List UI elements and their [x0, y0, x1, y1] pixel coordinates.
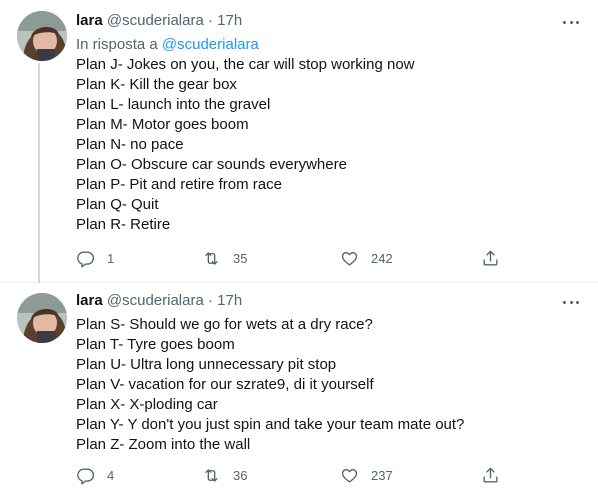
tweet-text-line: Plan T- Tyre goes boom — [76, 336, 235, 353]
more-icon — [563, 300, 566, 304]
author-handle[interactable]: @scuderialara — [107, 292, 204, 309]
retweet-count: 36 — [233, 467, 248, 483]
avatar[interactable] — [17, 293, 67, 343]
tweet-timestamp[interactable]: 17h — [217, 12, 242, 29]
retweet-count: 35 — [233, 250, 248, 266]
tweet-text-line: Plan Y- Y don't you just spin and take y… — [76, 416, 465, 433]
reply-button[interactable]: 4 — [76, 465, 114, 485]
tweet-text-line: Plan J- Jokes on you, the car will stop … — [76, 56, 415, 73]
thread-connector-line — [38, 63, 40, 283]
header-separator: · — [207, 12, 213, 29]
tweet-text-line: Plan Q- Quit — [76, 196, 159, 213]
more-icon — [563, 20, 566, 24]
header-separator: · — [207, 292, 213, 309]
tweet-text-line: Plan V- vacation for our szrate9, di it … — [76, 376, 374, 393]
reply-count: 1 — [107, 250, 115, 266]
tweet-actions: 1 35 242 — [76, 248, 506, 268]
reply-icon — [77, 467, 95, 484]
retweet-button[interactable]: 36 — [202, 465, 247, 485]
tweet-text-line: Plan M- Motor goes boom — [76, 116, 249, 133]
avatar-image — [17, 293, 67, 343]
tweet-text-line: Plan Z- Zoom into the wall — [76, 436, 251, 453]
heart-icon — [341, 251, 358, 266]
tweet-text-line: Plan P- Pit and retire from race — [76, 176, 282, 193]
more-options-button[interactable] — [560, 294, 582, 310]
tweet-text-line: Plan O- Obscure car sounds everywhere — [76, 156, 347, 173]
tweet-text: Plan S- Should we go for wets at a dry r… — [76, 315, 464, 455]
like-button[interactable]: 242 — [340, 248, 393, 268]
like-button[interactable]: 237 — [340, 465, 393, 485]
tweet-header: lara @scuderialara · 17h — [76, 11, 242, 31]
tweet-actions: 4 36 237 — [76, 465, 506, 485]
heart-icon — [341, 468, 358, 483]
reply-prefix: In risposta a — [76, 36, 158, 53]
share-icon — [483, 467, 498, 483]
avatar-image — [17, 11, 67, 61]
tweet-text-line: Plan X- X-ploding car — [76, 396, 218, 413]
author-name[interactable]: lara — [76, 292, 103, 309]
tweet-timestamp[interactable]: 17h — [217, 292, 242, 309]
share-icon — [483, 250, 498, 266]
tweet-text-line: Plan K- Kill the gear box — [76, 76, 237, 93]
tweet-text-line: Plan N- no pace — [76, 136, 184, 153]
like-count: 237 — [371, 467, 393, 483]
tweet-text-line: Plan L- launch into the gravel — [76, 96, 271, 113]
author-handle[interactable]: @scuderialara — [107, 12, 204, 29]
share-button[interactable] — [481, 465, 500, 485]
reply-mention-link[interactable]: @scuderialara — [162, 36, 259, 53]
like-count: 242 — [371, 250, 393, 266]
tweet-text-line: Plan U- Ultra long unnecessary pit stop — [76, 356, 337, 373]
reply-count: 4 — [107, 467, 115, 483]
reply-button[interactable]: 1 — [76, 248, 114, 268]
retweet-icon — [205, 468, 218, 482]
retweet-icon — [205, 251, 218, 265]
tweet-text: Plan J- Jokes on you, the car will stop … — [76, 55, 415, 235]
tweet-text-line: Plan S- Should we go for wets at a dry r… — [76, 316, 373, 333]
share-button[interactable] — [481, 248, 500, 268]
tweet-text-line: Plan R- Retire — [76, 216, 171, 233]
avatar[interactable] — [17, 11, 67, 61]
tweet-header: lara @scuderialara · 17h — [76, 291, 242, 311]
reply-context: In risposta a @scuderialara — [76, 35, 259, 55]
tweet[interactable]: lara @scuderialara · 17h In risposta a @… — [0, 0, 598, 283]
reply-icon — [77, 250, 95, 267]
tweet[interactable]: lara @scuderialara · 17h Plan S- Should … — [0, 283, 598, 498]
retweet-button[interactable]: 35 — [202, 248, 247, 268]
author-name[interactable]: lara — [76, 12, 103, 29]
more-options-button[interactable] — [560, 14, 582, 30]
